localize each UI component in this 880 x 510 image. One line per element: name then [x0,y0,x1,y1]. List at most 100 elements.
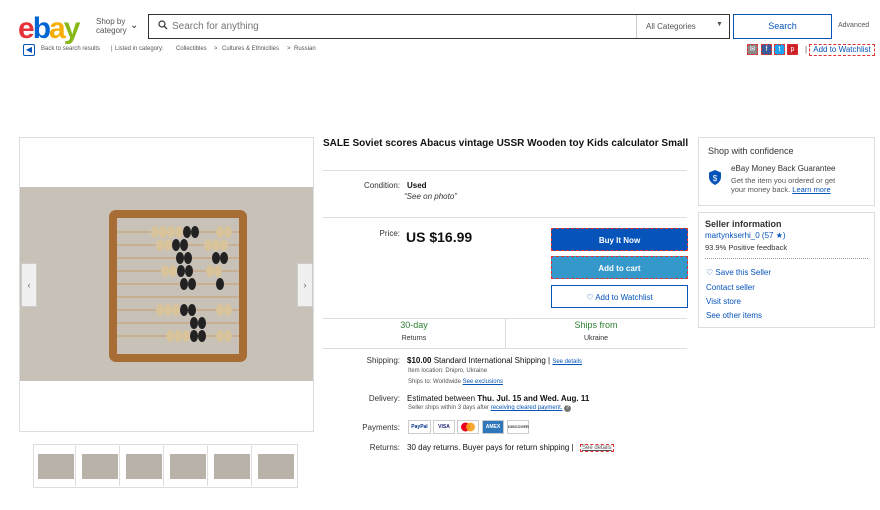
breadcrumb-item[interactable]: Collectibles [176,46,207,52]
facebook-icon[interactable]: f [761,44,772,55]
discover-icon: DISCOVER [507,420,529,434]
delivery-text: Estimated between [407,394,476,403]
share-divider: | [805,45,808,54]
listed-in-label: Listed in category: [115,46,164,52]
shipping-label: Shipping: [366,356,400,365]
guarantee-text-2-body: your money back. [731,185,791,194]
contact-seller-link[interactable]: Contact seller [706,283,755,292]
breadcrumb-item[interactable]: Cultures & Ethnicities [222,46,279,52]
divider [705,258,868,259]
amex-icon: AMEX [482,420,504,434]
shipping-method: Standard International Shipping [433,356,546,365]
seller-heading: Seller information [705,219,782,229]
ebay-logo[interactable]: ebay [18,12,81,46]
save-seller-label: Save this Seller [715,268,771,277]
price-label: Price: [379,229,400,238]
save-seller-link[interactable]: ♡ Save this Seller [706,268,771,277]
guarantee-title: eBay Money Back Guarantee [731,164,836,173]
guarantee-text-2: your money back. Learn more [731,185,831,194]
heart-icon: ♡ [706,268,714,277]
twitter-icon[interactable]: t [774,44,785,55]
logo-letter: b [32,12,51,45]
payments-label: Payments: [362,423,400,432]
logo-letter: a [49,12,66,45]
paypal-icon: PayPal [408,420,431,434]
returns-info: 30 day returns. Buyer pays for return sh… [407,443,574,452]
search-icon [158,20,168,30]
divider [323,217,687,218]
visit-store-link[interactable]: Visit store [706,297,741,306]
search-button[interactable]: Search [733,14,832,39]
svg-text:$: $ [713,174,718,183]
returns-feature-sub: Returns [401,335,427,342]
pinterest-icon[interactable]: p [787,44,798,55]
chevron-down-icon[interactable]: ⌄ [130,20,138,31]
cleared-payment-link[interactable]: receiving cleared payment. [491,405,563,411]
help-icon[interactable]: ? [564,405,572,412]
seller-name-link[interactable]: martynkserhi_0 (57 ★) [705,231,786,240]
shipping-see-details-link[interactable]: See details [552,359,582,365]
breadcrumb-separator: > [214,46,218,52]
add-to-watchlist-label: Add to Watchlist [595,293,653,302]
shipping-info: $10.00 Standard International Shipping |… [407,356,583,365]
ships-from-country: Ukraine [583,335,609,342]
thumbnail[interactable] [78,446,120,486]
listing-title: SALE Soviet scores Abacus vintage USSR W… [323,138,689,149]
item-location: Item location: Dnipro, Ukraine [408,368,488,374]
advanced-search-link[interactable]: Advanced [838,22,869,29]
prev-image-button[interactable]: ‹ [21,263,37,307]
thumbnail[interactable] [254,446,296,486]
ships-to-text: Ships to: Worldwide [408,379,461,385]
ships-from-feature: Ships from [574,320,618,330]
thumbnail[interactable] [34,446,76,486]
returns-label: Returns: [369,443,400,452]
price: US $16.99 [406,229,473,245]
breadcrumb-item[interactable]: Russian [294,46,316,52]
next-image-button[interactable]: › [297,263,313,307]
breadcrumb-divider: | [111,46,113,52]
delivery-label: Delivery: [368,394,400,403]
add-to-watchlist-link[interactable]: Add to Watchlist [809,44,875,56]
see-other-items-link[interactable]: See other items [706,311,762,320]
category-select-value: All Categories [646,22,696,31]
returns-see-details-link[interactable]: See details [580,444,614,452]
confidence-heading: Shop with confidence [708,146,794,156]
guarantee-text: Get the item you ordered or get [731,176,836,185]
delivery-note: Seller ships within 3 days after receivi… [408,405,572,412]
thumbnail[interactable] [122,446,164,486]
seller-feedback: 93.9% Positive feedback [705,243,788,252]
breadcrumb-separator: > [287,46,291,52]
thumbnail[interactable] [166,446,208,486]
shipping-cost: $10.00 [407,356,432,365]
logo-letter: y [63,12,81,45]
divider [323,348,687,349]
email-icon[interactable]: ✉ [747,44,758,55]
add-to-cart-button[interactable]: Add to cart [551,256,688,279]
buy-it-now-button[interactable]: Buy It Now [551,228,688,251]
chevron-down-icon: ▼ [716,21,723,28]
logo-letter: e [18,12,35,45]
condition-note: “See on photo” [404,192,457,201]
delivery-info: Estimated between Thu. Jul. 15 and Wed. … [407,394,589,403]
condition-value: Used [407,181,427,190]
shop-by-label: Shop by [96,17,126,26]
category-label: category [96,26,127,35]
see-exclusions-link[interactable]: See exclusions [463,379,503,385]
delivery-note-text: Seller ships within 3 days after [408,405,490,411]
condition-label: Condition: [363,181,400,190]
thumbnail[interactable] [210,446,252,486]
shop-by-category[interactable]: Shop by category [96,17,127,35]
visa-icon: VISA [433,420,455,434]
delivery-dates: Thu. Jul. 15 and Wed. Aug. 11 [477,394,590,403]
search-input[interactable] [172,16,632,36]
back-to-search-link[interactable]: Back to search results [41,46,100,52]
back-arrow-icon[interactable]: ◀ [23,44,35,56]
learn-more-link[interactable]: Learn more [792,185,830,194]
condition-note-text: See on photo [406,192,455,201]
product-photo[interactable] [20,187,313,381]
shield-icon: $ [709,170,721,185]
mastercard-icon [457,420,479,434]
heart-icon: ♡ [586,293,594,302]
add-to-watchlist-button[interactable]: ♡ Add to Watchlist [551,285,688,308]
returns-feature: 30-day [400,320,428,330]
